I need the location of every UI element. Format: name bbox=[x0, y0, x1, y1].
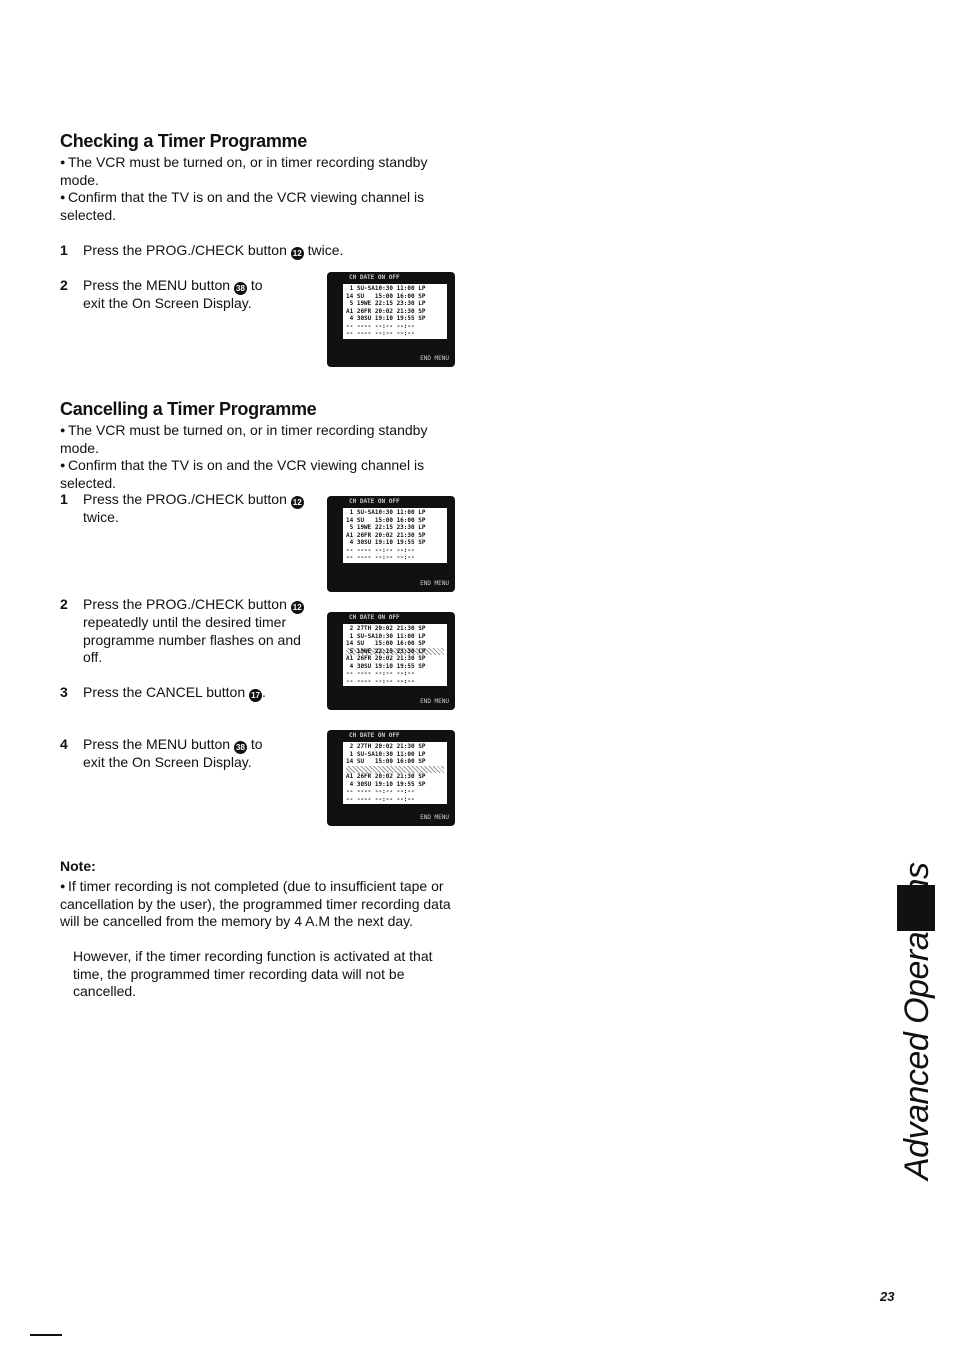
osd-screen: CH DATE ON OFF 1 SU-SA10:30 11:00 LP 14 S… bbox=[327, 496, 455, 592]
step-number: 2 bbox=[60, 277, 68, 293]
checking-step-1: Press the PROG./CHECK button 12 twice. bbox=[83, 242, 383, 260]
checking-title: Checking a Timer Programme bbox=[60, 131, 307, 151]
osd-header: CH DATE ON OFF bbox=[343, 274, 447, 282]
step-number: 1 bbox=[60, 491, 68, 507]
osd-row: A1 26FR 20:02 21:30 SP bbox=[346, 655, 426, 662]
osd-row: A1 26FR 20:02 21:30 SP bbox=[346, 307, 426, 315]
osd-table: CH DATE ON OFF 2 27TH 20:02 21:30 SP 1 S… bbox=[343, 732, 447, 804]
osd-row: 5 19WE 22:15 23:30 LP bbox=[346, 647, 444, 655]
osd-screen: CH DATE ON OFF 1 SU-SA10:30 11:00 LP 14 S… bbox=[327, 272, 455, 367]
osd-table: CH DATE ON OFF 1 SU-SA10:30 11:00 LP 14 S… bbox=[343, 498, 447, 563]
divider bbox=[30, 1334, 62, 1336]
osd-footer: END MENU bbox=[420, 698, 449, 705]
osd-row: -- ---- --:-- --:-- bbox=[346, 554, 415, 561]
osd-row: -- ---- --:-- --:-- bbox=[346, 670, 415, 677]
checking-bullet: The VCR must be turned on, or in timer r… bbox=[60, 154, 455, 189]
cancelling-bullet: Confirm that the TV is on and the VCR vi… bbox=[60, 457, 455, 492]
cancelling-step-2: Press the PROG./CHECK button 12 repeated… bbox=[83, 596, 318, 667]
step-text: repeatedly until the desired timer progr… bbox=[83, 614, 301, 665]
osd-row: 4 30SU 19:10 19:55 SP bbox=[346, 315, 426, 322]
step-number: 4 bbox=[60, 736, 68, 752]
note-text: If timer recording is not completed (due… bbox=[60, 878, 455, 931]
osd-row: 1 SU-SA10:30 11:00 LP bbox=[346, 750, 426, 758]
osd-row: 4 30SU 19:10 19:55 SP bbox=[346, 662, 426, 670]
button-12-icon: 12 bbox=[290, 247, 304, 260]
page-number: 23 bbox=[880, 1289, 895, 1304]
osd-footer: END MENU bbox=[420, 580, 449, 587]
step-text: Press the MENU button bbox=[83, 736, 231, 752]
osd-row: 5 19WE 22:15 23:30 LP bbox=[346, 524, 426, 531]
note-text-2: However, if the timer recording function… bbox=[73, 948, 433, 999]
step-number: 2 bbox=[60, 596, 68, 612]
step-text: Press the MENU button bbox=[83, 277, 231, 293]
osd-row: 5 19WE 22:15 23:30 LP bbox=[346, 300, 426, 307]
cancelling-step-1: Press the PROG./CHECK button 12 twice. bbox=[83, 491, 318, 527]
osd-row: -- ---- --:-- --:-- bbox=[346, 546, 415, 554]
step-text: twice. bbox=[307, 242, 344, 258]
osd-table: CH DATE ON OFF 2 27TH 20:02 21:30 SP 1 S… bbox=[343, 614, 447, 686]
osd-row: -- ---- --:-- --:-- bbox=[346, 677, 415, 685]
osd-row: 2 27TH 20:02 21:30 SP bbox=[346, 625, 426, 632]
osd-header: CH DATE ON OFF bbox=[343, 614, 447, 622]
checking-bullet: Confirm that the TV is on and the VCR vi… bbox=[60, 189, 455, 224]
step-text: Press the CANCEL button bbox=[83, 684, 246, 700]
osd-row: -- ---- --:-- --:-- bbox=[346, 322, 415, 330]
osd-row: -- ---- --:-- --:-- bbox=[346, 795, 415, 803]
osd-row: 1 SU-SA10:30 11:00 LP bbox=[346, 632, 426, 640]
osd-row: 14 SU 15:00 16:00 SP bbox=[346, 758, 426, 765]
cancelling-step-3: Press the CANCEL button 17. bbox=[83, 684, 318, 702]
step-text: Press the PROG./CHECK button bbox=[83, 596, 287, 612]
step-text: Press the PROG./CHECK button bbox=[83, 491, 287, 507]
step-number: 3 bbox=[60, 684, 68, 700]
manual-page: Checking a Timer Programme The VCR must … bbox=[0, 0, 954, 1349]
osd-footer: END MENU bbox=[420, 814, 449, 821]
osd-table: CH DATE ON OFF 1 SU-SA10:30 11:00 LP 14 S… bbox=[343, 274, 447, 339]
cancelling-bullet: The VCR must be turned on, or in timer r… bbox=[60, 422, 455, 457]
step-number: 1 bbox=[60, 242, 68, 258]
osd-row: A1 26FR 20:02 21:30 SP bbox=[346, 773, 426, 780]
section-side-title: Advanced Operations bbox=[898, 862, 936, 1180]
osd-row: 4 30SU 19:10 19:55 SP bbox=[346, 780, 426, 788]
cancelling-step-4: Press the MENU button 38 to exit the On … bbox=[83, 736, 283, 772]
button-38-icon: 38 bbox=[233, 282, 247, 295]
osd-header: CH DATE ON OFF bbox=[343, 732, 447, 740]
osd-row: 2 27TH 20:02 21:30 SP bbox=[346, 743, 426, 750]
cancelling-title: Cancelling a Timer Programme bbox=[60, 399, 317, 419]
button-17-icon: 17 bbox=[249, 689, 263, 702]
step-text: . bbox=[262, 684, 266, 700]
osd-row: -- ---- --:-- --:-- bbox=[346, 330, 415, 337]
osd-row: 14 SU 15:00 16:00 SP bbox=[346, 640, 426, 647]
button-38-icon: 38 bbox=[233, 741, 247, 754]
checking-step-2: Press the MENU button 38 to exit the On … bbox=[83, 277, 283, 313]
step-text: Press the PROG./CHECK button bbox=[83, 242, 287, 258]
button-12-icon: 12 bbox=[290, 601, 304, 614]
osd-row: 14 SU 15:00 16:00 SP bbox=[346, 516, 426, 524]
osd-row bbox=[346, 765, 444, 773]
step-text: twice. bbox=[83, 509, 119, 525]
osd-row: -- ---- --:-- --:-- bbox=[346, 788, 415, 795]
osd-screen: CH DATE ON OFF 2 27TH 20:02 21:30 SP 1 S… bbox=[327, 612, 455, 710]
osd-row: 1 SU-SA10:30 11:00 LP bbox=[346, 285, 426, 292]
osd-row: 4 30SU 19:10 19:55 SP bbox=[346, 539, 426, 546]
osd-row: 14 SU 15:00 16:00 SP bbox=[346, 292, 426, 300]
osd-row: A1 26FR 20:02 21:30 SP bbox=[346, 531, 426, 539]
note-title: Note: bbox=[60, 858, 96, 874]
button-12-icon: 12 bbox=[290, 496, 304, 509]
osd-screen: CH DATE ON OFF 2 27TH 20:02 21:30 SP 1 S… bbox=[327, 730, 455, 826]
osd-footer: END MENU bbox=[420, 355, 449, 362]
osd-header: CH DATE ON OFF bbox=[343, 498, 447, 506]
osd-row: 1 SU-SA10:30 11:00 LP bbox=[346, 509, 426, 516]
